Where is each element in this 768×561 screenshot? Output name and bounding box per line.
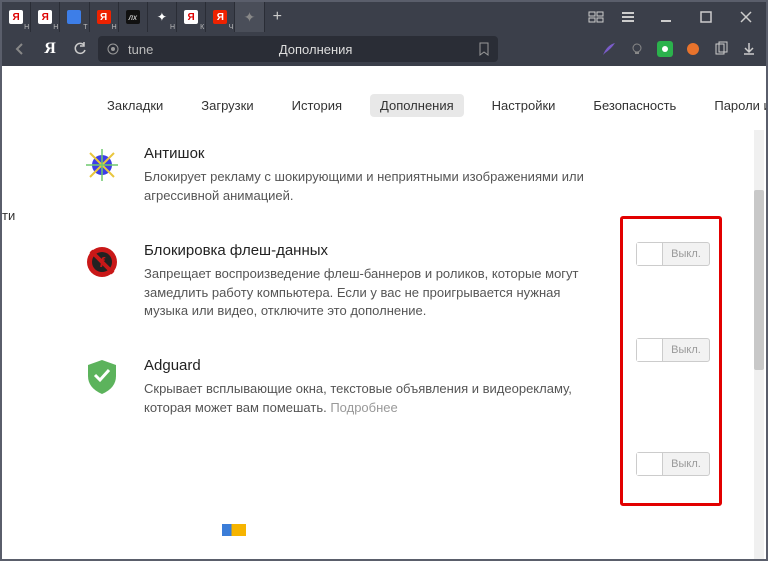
omnibox-url: tune [128,42,153,57]
browser-tab-4[interactable]: лх [119,2,148,32]
site-icon: лх [126,10,140,24]
extension-orange-icon[interactable] [682,38,704,60]
addon-description: Запрещает воспроизведение флеш-баннеров … [144,265,606,322]
browser-tab-2[interactable]: Т [60,2,89,32]
yandex-home-button[interactable]: Я [38,37,62,61]
toggle-flashblock[interactable]: Выкл. [636,338,710,362]
page-content: Закладки Загрузки История Дополнения Нас… [2,66,766,559]
scrollbar[interactable] [754,130,764,559]
noflash-icon: f [82,242,122,282]
toggle-label: Выкл. [663,344,709,356]
address-bar: Я tune Дополнения [2,32,766,66]
maximize-button[interactable] [686,2,726,32]
feather-icon[interactable] [598,38,620,60]
browser-tab-3[interactable]: ЯН [90,2,119,32]
minimize-button[interactable] [646,2,686,32]
nav-downloads[interactable]: Загрузки [191,94,263,117]
reload-button[interactable] [68,37,92,61]
tune-icon [106,42,120,56]
addon-antishock: Антишок Блокирует рекламу с шокирующими … [82,145,706,206]
copy-icon[interactable] [710,38,732,60]
menu-icon[interactable] [616,5,640,29]
addon-title: Adguard [144,357,606,374]
yandex-icon: Я [38,10,52,24]
window-controls [646,2,766,32]
browser-tab-0[interactable]: ЯН [2,2,31,32]
addon-adguard: Adguard Скрывает всплывающие окна, текст… [82,357,706,418]
new-tab-button[interactable]: + [265,2,290,32]
bookmark-icon[interactable] [478,42,490,56]
omnibox-title: Дополнения [279,42,353,57]
browser-tab-8[interactable]: ✦ [235,2,264,32]
window-titlebar: ЯН ЯН Т ЯН лх ✦Н ЯК ЯЧ ✦ + [2,2,766,32]
addon-flashblock: f Блокировка флеш-данных Запрещает воспр… [82,242,706,322]
adguard-icon [82,357,122,397]
bulb-icon[interactable] [626,38,648,60]
nav-security[interactable]: Безопасность [583,94,686,117]
toggle-antishock[interactable]: Выкл. [636,242,710,266]
yandex-icon: Я [213,10,227,24]
nav-history[interactable]: История [282,94,352,117]
close-button[interactable] [726,2,766,32]
addon-title: Блокировка флеш-данных [144,242,606,259]
titlebar-actions [578,2,646,32]
addon-description: Скрывает всплывающие окна, текстовые объ… [144,380,606,418]
settings-nav: Закладки Загрузки История Дополнения Нас… [2,66,766,135]
toggle-knob [637,243,663,265]
yandex-icon: Я [184,10,198,24]
browser-tabs: ЯН ЯН Т ЯН лх ✦Н ЯК ЯЧ ✦ + [2,2,290,32]
nav-addons[interactable]: Дополнения [370,94,464,117]
antishock-icon [82,145,122,185]
addon-title: Антишок [144,145,606,162]
browser-tab-6[interactable]: ЯК [177,2,206,32]
download-icon[interactable] [738,38,760,60]
nav-passwords[interactable]: Пароли и карты [704,94,766,117]
extension-green-icon[interactable] [654,38,676,60]
nav-settings[interactable]: Настройки [482,94,566,117]
toggle-label: Выкл. [663,248,709,260]
document-icon [67,10,81,24]
browser-tab-5[interactable]: ✦Н [148,2,177,32]
puzzle-icon: ✦ [241,9,257,25]
sparkle-icon: ✦ [154,9,170,25]
browser-tab-1[interactable]: ЯН [31,2,60,32]
addon-description: Блокирует рекламу с шокирующими и неприя… [144,168,606,206]
addon-icon-peek [222,524,246,536]
more-link[interactable]: Подробнее [330,400,397,415]
yandex-icon: Я [9,10,23,24]
yandex-icon: Я [97,10,111,24]
toggle-adguard[interactable]: Выкл. [636,452,710,476]
toggle-knob [637,339,663,361]
nav-bookmarks[interactable]: Закладки [97,94,173,117]
cut-text: ти [2,208,15,223]
toggle-label: Выкл. [663,458,709,470]
tabs-overview-icon[interactable] [584,5,608,29]
back-button[interactable] [8,37,32,61]
scrollbar-thumb[interactable] [754,190,764,370]
toggle-knob [637,453,663,475]
browser-tab-7[interactable]: ЯЧ [206,2,235,32]
next-addon-peek [82,454,706,536]
omnibox[interactable]: tune Дополнения [98,36,498,62]
